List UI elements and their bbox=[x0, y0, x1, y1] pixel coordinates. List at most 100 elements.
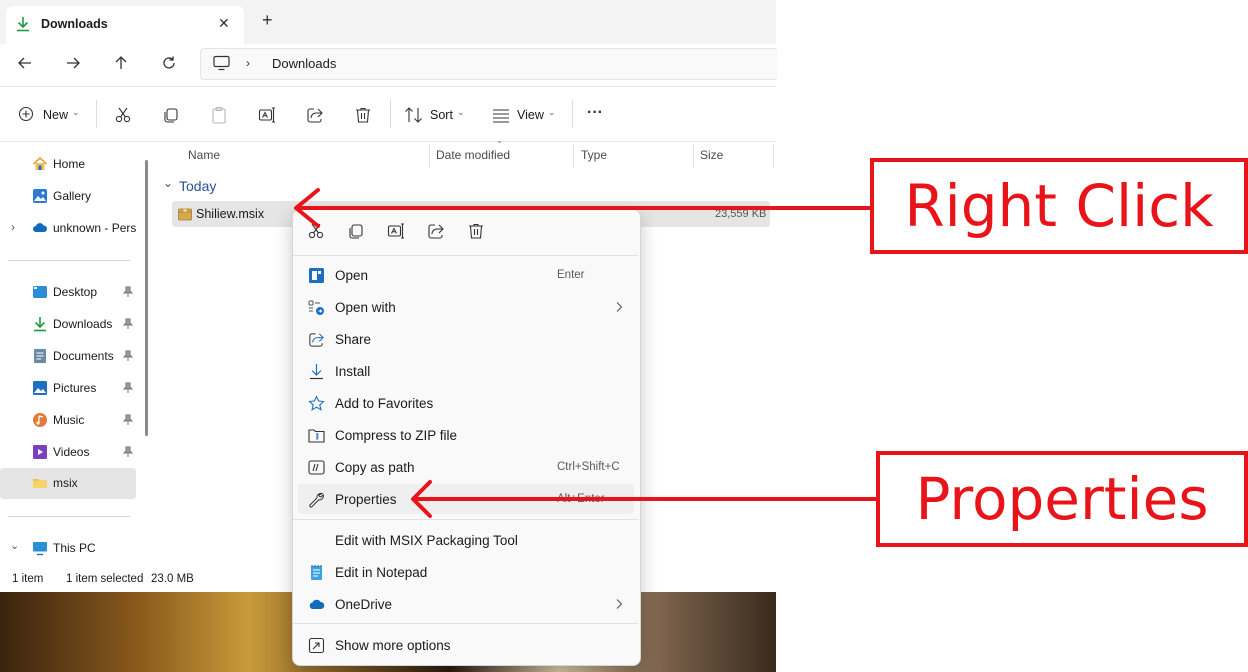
breadcrumb-downloads[interactable]: Downloads bbox=[272, 56, 336, 71]
selection-size: 23.0 MB bbox=[151, 573, 194, 585]
rename-icon[interactable] bbox=[258, 106, 276, 124]
delete-icon[interactable] bbox=[354, 106, 372, 124]
pictures-icon bbox=[33, 381, 47, 395]
column-header-name[interactable]: Name bbox=[188, 148, 220, 162]
menu-item-label: Copy as path bbox=[335, 460, 415, 475]
right-click-callout: Right Click bbox=[870, 158, 1248, 254]
column-divider[interactable] bbox=[693, 144, 694, 168]
share-icon[interactable] bbox=[427, 222, 445, 240]
home-icon bbox=[32, 156, 48, 170]
new-label: New bbox=[43, 108, 69, 122]
menu-item-show-more-options[interactable]: Show more options bbox=[298, 630, 634, 660]
nav-item-home[interactable]: Home bbox=[0, 149, 136, 179]
nav-item-music[interactable]: Music bbox=[0, 405, 136, 435]
group-header-today[interactable]: ⌄ Today bbox=[163, 176, 263, 196]
menu-divider bbox=[293, 519, 638, 520]
menu-item-label: Edit with MSIX Packaging Tool bbox=[335, 533, 518, 548]
nav-item-onedrive[interactable]: › unknown - Pers bbox=[0, 213, 136, 243]
chevron-right-icon bbox=[616, 302, 623, 312]
menu-item-edit-msix-packaging-tool[interactable]: Edit with MSIX Packaging Tool bbox=[298, 525, 634, 555]
file-name: Shiliew.msix bbox=[196, 207, 265, 221]
copy-icon[interactable] bbox=[347, 222, 365, 240]
menu-item-copy-as-path[interactable]: Copy as path Ctrl+Shift+C bbox=[298, 452, 634, 482]
monitor-icon bbox=[213, 55, 230, 71]
menu-item-label: Open with bbox=[335, 300, 396, 315]
menu-item-share[interactable]: Share bbox=[298, 324, 634, 354]
cut-icon[interactable] bbox=[114, 106, 132, 124]
menu-item-open-with[interactable]: Open with bbox=[298, 292, 634, 322]
column-header-type[interactable]: Type bbox=[581, 148, 607, 162]
toolbar-divider bbox=[572, 100, 573, 128]
menu-item-label: Share bbox=[335, 332, 372, 347]
nav-item-msix[interactable]: msix bbox=[0, 468, 136, 499]
menu-item-edit-in-notepad[interactable]: Edit in Notepad bbox=[298, 557, 634, 587]
menu-divider bbox=[293, 623, 638, 624]
column-divider[interactable] bbox=[429, 144, 430, 168]
copy-icon[interactable] bbox=[162, 106, 180, 124]
sort-button[interactable]: Sort ⌄ bbox=[404, 104, 470, 126]
nav-item-this-pc[interactable]: ⌄ This PC bbox=[0, 533, 136, 563]
nav-item-videos[interactable]: Videos bbox=[0, 437, 136, 467]
more-options-button[interactable]: ··· bbox=[587, 104, 603, 122]
column-header-size[interactable]: Size bbox=[700, 148, 723, 162]
share-icon bbox=[309, 333, 324, 347]
nav-item-label: Music bbox=[53, 413, 85, 427]
menu-item-open[interactable]: Open Enter bbox=[298, 260, 634, 290]
column-divider[interactable] bbox=[573, 144, 574, 168]
pin-icon bbox=[123, 446, 133, 458]
show-more-icon bbox=[308, 637, 325, 654]
delete-icon[interactable] bbox=[467, 222, 485, 240]
view-button[interactable]: View ⌄ bbox=[492, 104, 560, 126]
up-arrow-icon[interactable] bbox=[113, 55, 129, 71]
close-tab-icon[interactable]: ✕ bbox=[218, 15, 230, 32]
toolbar-divider bbox=[96, 100, 97, 128]
paste-icon[interactable] bbox=[210, 106, 228, 124]
menu-item-install[interactable]: Install bbox=[298, 356, 634, 386]
desktop-icon bbox=[33, 286, 47, 298]
computer-icon bbox=[33, 542, 47, 556]
properties-callout: Properties bbox=[876, 451, 1248, 547]
menu-item-add-to-favorites[interactable]: Add to Favorites bbox=[298, 388, 634, 418]
forward-arrow-icon[interactable] bbox=[65, 55, 81, 71]
nav-item-downloads[interactable]: Downloads bbox=[0, 309, 136, 339]
toolbar-divider bbox=[390, 100, 391, 128]
menu-item-label: Add to Favorites bbox=[335, 396, 434, 411]
rename-icon[interactable] bbox=[387, 222, 405, 240]
menu-item-compress-zip[interactable]: Compress to ZIP file bbox=[298, 420, 634, 450]
menu-item-onedrive[interactable]: OneDrive bbox=[298, 589, 634, 619]
tab-title: Downloads bbox=[41, 17, 108, 31]
chevron-down-icon: ⌄ bbox=[457, 107, 465, 117]
view-label: View bbox=[517, 108, 544, 122]
open-icon bbox=[309, 268, 324, 283]
column-divider[interactable] bbox=[773, 144, 774, 168]
nav-item-label: Gallery bbox=[53, 189, 92, 203]
nav-item-pictures[interactable]: Pictures bbox=[0, 373, 136, 403]
star-icon bbox=[308, 395, 325, 411]
chevron-down-icon: ⌄ bbox=[72, 107, 80, 117]
menu-item-shortcut: Ctrl+Shift+C bbox=[557, 461, 620, 473]
share-icon[interactable] bbox=[306, 106, 324, 124]
cut-icon[interactable] bbox=[307, 222, 325, 240]
menu-item-properties[interactable]: Properties Alt+Enter bbox=[298, 484, 634, 514]
item-count: 1 item bbox=[12, 573, 44, 585]
sort-label: Sort bbox=[430, 108, 453, 122]
chevron-down-icon[interactable]: ⌄ bbox=[10, 539, 19, 552]
nav-item-label: Desktop bbox=[53, 285, 98, 299]
refresh-icon[interactable] bbox=[161, 55, 177, 71]
nav-item-desktop[interactable]: Desktop bbox=[0, 277, 136, 307]
notepad-icon bbox=[311, 565, 322, 580]
chevron-right-icon[interactable]: › bbox=[11, 220, 15, 234]
address-input[interactable]: › Downloads bbox=[200, 48, 777, 80]
column-header-date-modified[interactable]: Date modified bbox=[436, 148, 510, 162]
install-icon bbox=[310, 364, 323, 380]
menu-item-label: Properties bbox=[335, 492, 397, 507]
nav-item-documents[interactable]: Documents bbox=[0, 341, 136, 371]
nav-item-gallery[interactable]: Gallery bbox=[0, 181, 136, 211]
tab-downloads[interactable]: Downloads ✕ bbox=[6, 6, 244, 44]
new-button[interactable]: New ⌄ bbox=[14, 104, 86, 126]
nav-item-label: Videos bbox=[53, 445, 90, 459]
nav-divider bbox=[8, 260, 130, 261]
nav-scrollbar[interactable] bbox=[145, 160, 148, 436]
new-tab-button[interactable]: + bbox=[262, 10, 273, 31]
back-arrow-icon[interactable] bbox=[17, 55, 33, 71]
